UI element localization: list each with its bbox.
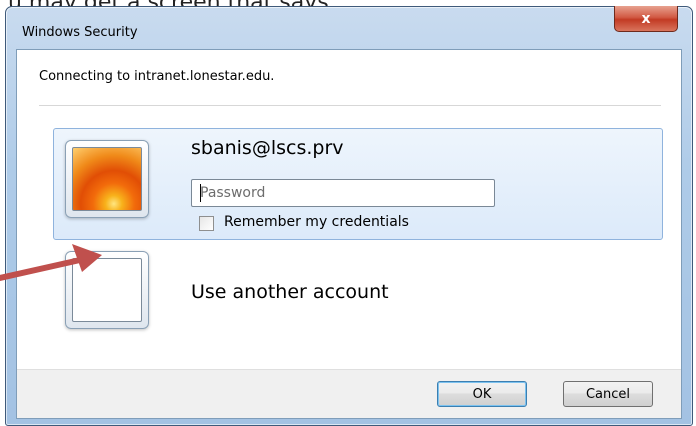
dialog-content: Connecting to intranet.lonestar.edu. sba… bbox=[16, 49, 682, 419]
annotation-arrow-icon bbox=[0, 244, 102, 281]
close-icon: x bbox=[641, 10, 651, 27]
close-button[interactable]: x bbox=[614, 6, 678, 32]
cancel-button[interactable]: Cancel bbox=[563, 381, 653, 407]
connection-message: Connecting to intranet.lonestar.edu. bbox=[39, 69, 275, 84]
flower-picture-icon bbox=[72, 147, 142, 211]
title-bar[interactable]: Windows Security x bbox=[6, 6, 692, 49]
window-title: Windows Security bbox=[22, 25, 138, 40]
use-another-account-option[interactable]: Use another account bbox=[191, 281, 389, 303]
remember-credentials-checkbox[interactable] bbox=[199, 216, 214, 231]
user-avatar[interactable] bbox=[65, 140, 149, 218]
windows-security-dialog: Windows Security x Connecting to intrane… bbox=[5, 6, 693, 426]
ok-button[interactable]: OK bbox=[437, 381, 527, 407]
separator bbox=[39, 105, 661, 106]
username-label: sbanis@lscs.prv bbox=[191, 137, 344, 159]
button-bar: OK Cancel bbox=[17, 369, 681, 418]
text-caret bbox=[200, 184, 201, 202]
remember-credentials-label[interactable]: Remember my credentials bbox=[224, 214, 409, 230]
password-field[interactable] bbox=[191, 179, 495, 207]
